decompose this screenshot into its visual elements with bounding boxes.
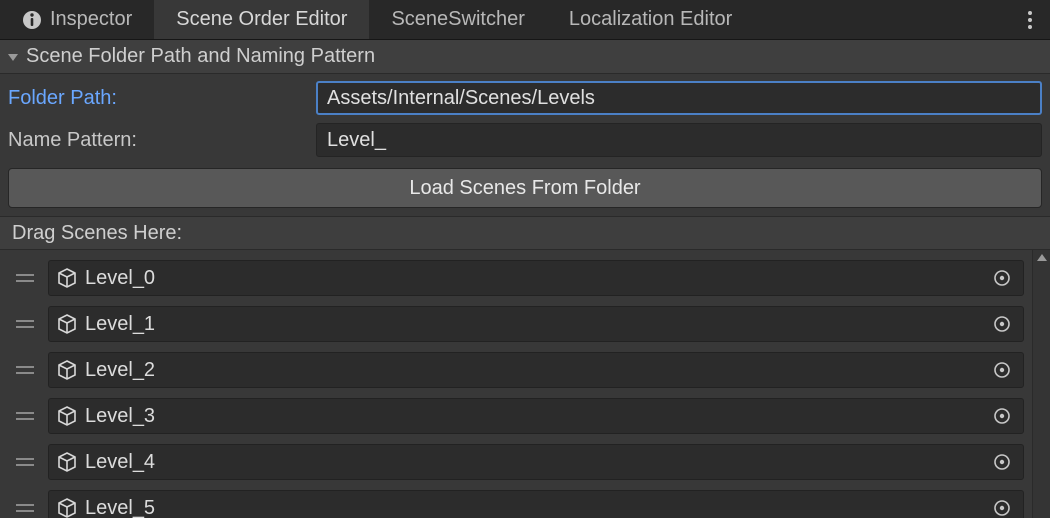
- drag-zone-header: Drag Scenes Here:: [0, 216, 1050, 250]
- tab-localization-editor[interactable]: Localization Editor: [547, 0, 754, 39]
- drag-handle-icon[interactable]: [12, 318, 38, 330]
- unity-cube-icon: [57, 498, 77, 518]
- name-pattern-row: Name Pattern:: [8, 122, 1042, 158]
- scene-field[interactable]: Level_1: [48, 306, 1024, 342]
- scene-name: Level_3: [85, 405, 981, 428]
- kebab-icon: [1027, 10, 1033, 30]
- drag-handle-icon[interactable]: [12, 364, 38, 376]
- vertical-scrollbar[interactable]: [1032, 250, 1050, 518]
- drag-handle-icon[interactable]: [12, 410, 38, 422]
- scene-field[interactable]: Level_4: [48, 444, 1024, 480]
- object-picker-button[interactable]: [989, 449, 1015, 475]
- scene-name: Level_0: [85, 267, 981, 290]
- scene-list[interactable]: Level_0 Level_1 Level_2: [0, 250, 1032, 518]
- name-pattern-label: Name Pattern:: [8, 129, 308, 152]
- scene-row: Level_4: [12, 444, 1024, 480]
- unity-cube-icon: [57, 268, 77, 288]
- section-title: Scene Folder Path and Naming Pattern: [26, 45, 375, 68]
- tab-label: Inspector: [50, 8, 132, 31]
- scene-row: Level_0: [12, 260, 1024, 296]
- panel-menu-button[interactable]: [1010, 0, 1050, 39]
- scene-name: Level_1: [85, 313, 981, 336]
- object-picker-button[interactable]: [989, 357, 1015, 383]
- scene-field[interactable]: Level_2: [48, 352, 1024, 388]
- scroll-up-arrow-icon: [1033, 252, 1050, 264]
- name-pattern-input[interactable]: [316, 123, 1042, 157]
- unity-cube-icon: [57, 314, 77, 334]
- scene-row: Level_3: [12, 398, 1024, 434]
- scene-name: Level_2: [85, 359, 981, 382]
- scene-name: Level_4: [85, 451, 981, 474]
- path-pattern-form: Folder Path: Name Pattern:: [0, 74, 1050, 166]
- target-icon: [993, 499, 1011, 517]
- target-icon: [993, 407, 1011, 425]
- tab-scene-order-editor[interactable]: Scene Order Editor: [154, 0, 369, 39]
- tab-label: Scene Order Editor: [176, 8, 347, 31]
- load-scenes-button[interactable]: Load Scenes From Folder: [8, 168, 1042, 208]
- tab-bar: Inspector Scene Order Editor SceneSwitch…: [0, 0, 1050, 40]
- folder-path-input[interactable]: [316, 81, 1042, 115]
- scene-order-editor-window: Inspector Scene Order Editor SceneSwitch…: [0, 0, 1050, 518]
- scene-field[interactable]: Level_0: [48, 260, 1024, 296]
- unity-cube-icon: [57, 406, 77, 426]
- object-picker-button[interactable]: [989, 403, 1015, 429]
- tab-inspector[interactable]: Inspector: [0, 0, 154, 39]
- folder-path-label: Folder Path:: [8, 87, 308, 110]
- object-picker-button[interactable]: [989, 311, 1015, 337]
- drag-handle-icon[interactable]: [12, 456, 38, 468]
- unity-cube-icon: [57, 360, 77, 380]
- folder-path-row: Folder Path:: [8, 80, 1042, 116]
- target-icon: [993, 361, 1011, 379]
- load-scenes-button-label: Load Scenes From Folder: [409, 177, 640, 200]
- tab-label: SceneSwitcher: [391, 8, 524, 31]
- drag-zone-label: Drag Scenes Here:: [12, 222, 182, 245]
- scene-row: Level_5: [12, 490, 1024, 518]
- scene-field[interactable]: Level_3: [48, 398, 1024, 434]
- unity-cube-icon: [57, 452, 77, 472]
- scene-field[interactable]: Level_5: [48, 490, 1024, 518]
- tab-scene-switcher[interactable]: SceneSwitcher: [369, 0, 546, 39]
- object-picker-button[interactable]: [989, 265, 1015, 291]
- foldout-expanded-icon: [6, 50, 20, 64]
- object-picker-button[interactable]: [989, 495, 1015, 518]
- section-header[interactable]: Scene Folder Path and Naming Pattern: [0, 40, 1050, 74]
- info-icon: [22, 10, 42, 30]
- target-icon: [993, 453, 1011, 471]
- scene-row: Level_1: [12, 306, 1024, 342]
- drag-handle-icon[interactable]: [12, 502, 38, 514]
- target-icon: [993, 269, 1011, 287]
- scene-list-scroll-area: Level_0 Level_1 Level_2: [0, 250, 1050, 518]
- drag-handle-icon[interactable]: [12, 272, 38, 284]
- tab-label: Localization Editor: [569, 8, 732, 31]
- target-icon: [993, 315, 1011, 333]
- scene-row: Level_2: [12, 352, 1024, 388]
- scene-name: Level_5: [85, 497, 981, 518]
